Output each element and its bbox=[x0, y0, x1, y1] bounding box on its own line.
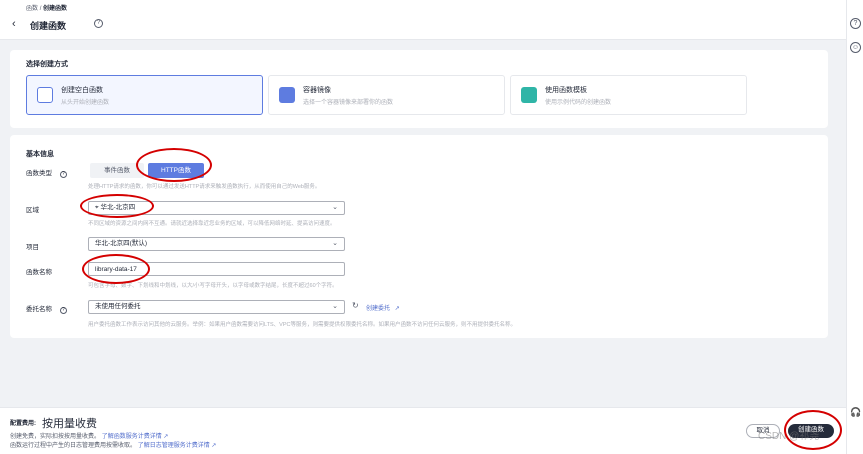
fee-line-2: 函数运行过程中产生的日志管理费用按需收取。 了解日志管理服务计费详情 ↗ bbox=[10, 440, 216, 449]
region-label: 区域 bbox=[26, 207, 39, 214]
option-title: 使用函数模板 bbox=[545, 87, 587, 94]
type-option-http[interactable]: HTTP函数 bbox=[148, 163, 204, 178]
option-desc: 使用示例代码的创建函数 bbox=[545, 100, 612, 106]
function-name-label: 函数名称 bbox=[26, 269, 52, 276]
option-template[interactable]: 使用函数模板 使用示例代码的创建函数 bbox=[510, 75, 747, 115]
back-arrow-icon[interactable]: ‹ bbox=[12, 18, 16, 30]
external-link-icon: ↗ bbox=[211, 443, 217, 449]
create-agency-link[interactable]: 创建委托 ↗ bbox=[366, 303, 400, 312]
chevron-down-icon: ⌄ bbox=[332, 240, 338, 247]
headset-support-icon[interactable]: 🎧 bbox=[850, 408, 861, 419]
breadcrumb-parent[interactable]: 函数 bbox=[26, 6, 38, 12]
project-value: 华北-北京四(默认) bbox=[95, 240, 147, 247]
type-help-text: 处理HTTP请求的函数，你可以通过发送HTTP请求来触发函数执行，从而使用自己的… bbox=[88, 184, 321, 190]
page-title: 创建函数 bbox=[30, 21, 67, 31]
watermark: CSDN @祁尧 bbox=[758, 431, 820, 442]
refresh-icon[interactable]: ↻ bbox=[352, 301, 359, 310]
region-help-text: 不同区域的资源之间内网不互通。请就近选择靠近您业务的区域，可以降低网络时延、提高… bbox=[88, 221, 336, 227]
option-title: 容器镜像 bbox=[303, 87, 331, 94]
option-container-image[interactable]: 容器镜像 选择一个容器镜像来部署你的函数 bbox=[268, 75, 505, 115]
fee-value: 按用量收费 bbox=[42, 418, 97, 430]
function-type-label-text: 函数类型 bbox=[26, 170, 52, 177]
region-value: 华北-北京四 bbox=[100, 204, 136, 211]
template-icon bbox=[521, 87, 537, 103]
location-pin-icon: ⌖ bbox=[95, 204, 99, 211]
creation-method-title: 选择创建方式 bbox=[26, 61, 68, 68]
help-question-icon[interactable]: ? bbox=[59, 307, 67, 314]
region-select[interactable]: ⌖ 华北-北京四 ⌄ bbox=[88, 201, 345, 215]
option-desc: 选择一个容器镜像来部署你的函数 bbox=[303, 100, 394, 106]
agency-help-text: 用户委托函数工作表示访问其他的云服务。举例：如果用户函数需要访问LTS、VPC等… bbox=[88, 322, 516, 328]
agency-select[interactable]: 未使用任何委托 ⌄ bbox=[88, 300, 345, 314]
chevron-down-icon: ⌄ bbox=[332, 303, 338, 310]
breadcrumb-separator: / bbox=[39, 6, 42, 12]
fee-line-2-text: 函数运行过程中产生的日志管理费用按需收取。 bbox=[10, 443, 137, 449]
help-question-icon[interactable]: ? bbox=[94, 19, 103, 28]
option-title: 创建空白函数 bbox=[61, 87, 103, 94]
log-fee-detail-link[interactable]: 了解日志管理服务计费详情 bbox=[138, 443, 210, 449]
help-question-icon[interactable]: ? bbox=[850, 18, 861, 29]
breadcrumb-current: 创建函数 bbox=[43, 6, 68, 12]
option-blank-function[interactable]: 创建空白函数 从头开始创建函数 bbox=[26, 75, 263, 115]
agency-label-text: 委托名称 bbox=[26, 306, 52, 313]
function-name-input[interactable] bbox=[88, 262, 345, 276]
type-option-event[interactable]: 事件函数 bbox=[90, 163, 144, 178]
create-agency-link-text: 创建委托 bbox=[366, 306, 391, 312]
external-link-icon: ↗ bbox=[394, 306, 400, 312]
page-header: 函数 / 创建函数 ‹ 创建函数 ? bbox=[0, 0, 846, 40]
fee-label: 配置费用: bbox=[10, 421, 36, 427]
footer-bar: 配置费用: 按用量收费 创建免费，实际扣按按用量收费。 了解函数服务计费详情 ↗… bbox=[0, 407, 846, 454]
help-question-icon[interactable]: ? bbox=[59, 171, 67, 178]
basic-info-title: 基本信息 bbox=[26, 151, 54, 158]
right-rail: ? ☺ 🎧 bbox=[846, 0, 863, 454]
fee-line-1: 创建免费，实际扣按按用量收费。 了解函数服务计费详情 ↗ bbox=[10, 431, 168, 440]
name-help-text: 可包含字母、数字、下划线和中划线，以大/小写字母开头，以字母或数字结尾，长度不超… bbox=[88, 283, 338, 289]
agency-label: 委托名称 ? bbox=[26, 303, 67, 314]
project-select[interactable]: 华北-北京四(默认) ⌄ bbox=[88, 237, 345, 251]
function-type-label: 函数类型 ? bbox=[26, 167, 67, 178]
smiley-feedback-icon[interactable]: ☺ bbox=[850, 42, 861, 53]
option-desc: 从头开始创建函数 bbox=[61, 100, 110, 106]
chevron-down-icon: ⌄ bbox=[332, 204, 338, 211]
project-label: 项目 bbox=[26, 244, 39, 251]
blank-file-icon bbox=[37, 87, 53, 103]
agency-value: 未使用任何委托 bbox=[95, 303, 141, 310]
breadcrumb: 函数 / 创建函数 bbox=[26, 3, 67, 12]
container-image-icon bbox=[279, 87, 295, 103]
